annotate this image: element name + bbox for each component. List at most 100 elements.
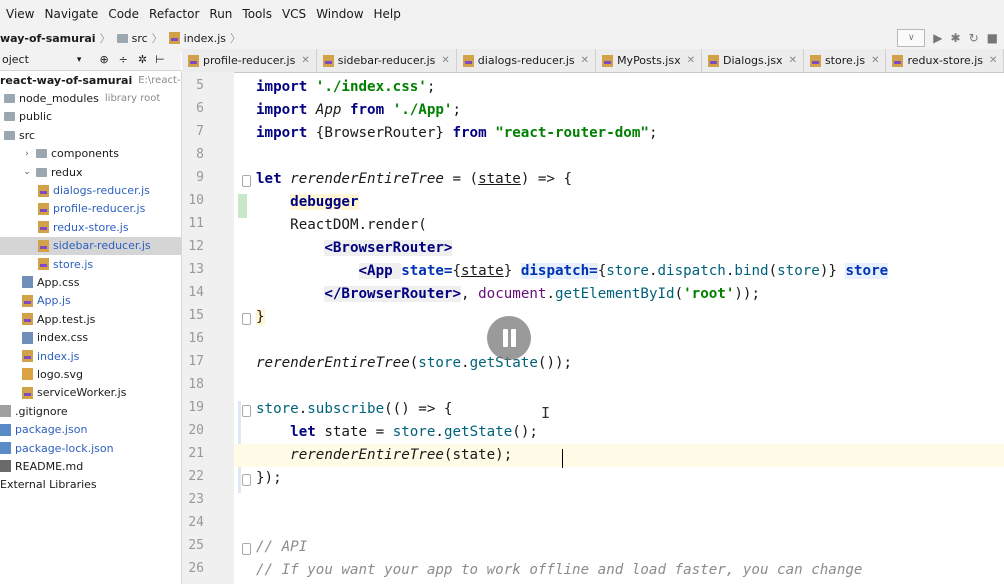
editor-tab[interactable]: profile-reducer.js ✕ xyxy=(182,49,317,72)
code-token: <App xyxy=(358,263,402,279)
tree-item[interactable]: sidebar-reducer.js xyxy=(0,236,181,255)
code-token: getState xyxy=(443,424,513,440)
rerun-icon[interactable]: ↻ xyxy=(969,31,979,45)
tree-item-label: package.json xyxy=(15,423,88,437)
js-file-icon xyxy=(462,54,474,67)
menu-item-tools[interactable]: Tools xyxy=(242,7,272,21)
breadcrumb-project[interactable]: way-of-samurai 〉 xyxy=(0,30,111,46)
tree-item[interactable]: App.js xyxy=(0,292,181,310)
chevron-right-icon[interactable]: › xyxy=(22,149,32,159)
menu-item-refactor[interactable]: Refactor xyxy=(149,7,199,21)
tree-item[interactable]: dialogs-reducer.js xyxy=(0,181,181,199)
mouse-cursor-icon: I xyxy=(541,404,551,422)
editor-tab[interactable]: MyPosts.jsx ✕ xyxy=(596,49,702,72)
line-number: 19 xyxy=(188,400,204,415)
menu-item-help[interactable]: Help xyxy=(374,7,401,21)
pause-button[interactable] xyxy=(487,316,531,360)
tree-item[interactable]: ⌄ redux xyxy=(0,163,181,181)
menu-item-navigate[interactable]: Navigate xyxy=(44,7,98,21)
settings-icon[interactable]: ✲ xyxy=(138,53,147,66)
js-file-icon xyxy=(38,258,49,271)
line-number: 22 xyxy=(188,469,204,484)
folder-icon xyxy=(36,149,47,159)
chevron-down-icon[interactable]: ⌄ xyxy=(22,167,32,177)
hide-panel-icon[interactable]: ⊢ xyxy=(155,53,165,66)
code-line: let rerenderEntireTree = (state) => { xyxy=(256,168,572,191)
tree-item[interactable]: node_modules library root xyxy=(0,89,181,107)
breadcrumb-src[interactable]: src 〉 xyxy=(116,30,163,46)
stop-icon[interactable]: ■ xyxy=(987,31,998,45)
js-file-icon xyxy=(38,202,49,215)
menu-item-vcs[interactable]: VCS xyxy=(282,7,306,21)
tree-item[interactable]: › components xyxy=(0,145,181,163)
editor-tab[interactable]: dialogs-reducer.js ✕ xyxy=(457,49,597,72)
tree-item[interactable]: package-lock.json xyxy=(0,439,181,457)
tree-item[interactable]: react-way-of-samurai E:\react-way- xyxy=(0,71,181,89)
close-icon[interactable]: ✕ xyxy=(871,55,879,66)
code-token: import xyxy=(256,102,316,118)
tree-item-label: .gitignore xyxy=(15,404,68,418)
editor-tab[interactable]: redux-store.js ✕ xyxy=(886,49,1004,72)
tree-item[interactable]: .gitignore xyxy=(0,402,181,420)
breadcrumb-file[interactable]: index.js 〉 xyxy=(168,30,241,46)
debug-icon[interactable]: ✱ xyxy=(951,31,961,45)
tree-item-label: react-way-of-samurai xyxy=(0,73,133,87)
line-number: 14 xyxy=(188,285,204,300)
code-line: } xyxy=(256,306,265,329)
tree-item[interactable]: logo.svg xyxy=(0,365,181,383)
menu-item-run[interactable]: Run xyxy=(209,7,232,21)
close-icon[interactable]: ✕ xyxy=(441,55,449,66)
run-config-dropdown[interactable]: ∨ xyxy=(897,29,926,47)
code-line: </BrowserRouter>, document.getElementByI… xyxy=(256,283,760,306)
code-editor[interactable]: import './index.css'; import App from './… xyxy=(234,72,1004,584)
line-number: 7 xyxy=(196,124,204,139)
tree-item[interactable]: index.js xyxy=(0,347,181,365)
tree-item[interactable]: profile-reducer.js xyxy=(0,200,181,218)
close-icon[interactable]: ✕ xyxy=(301,55,309,66)
json-file-icon xyxy=(0,423,11,436)
line-number: 17 xyxy=(188,354,204,369)
navigation-bar: way-of-samurai 〉 src 〉 index.js 〉 ∨ ▶ ✱ … xyxy=(0,27,1004,50)
close-icon[interactable]: ✕ xyxy=(989,55,997,66)
code-token: document xyxy=(478,286,547,302)
line-number: 23 xyxy=(188,492,204,507)
tree-item[interactable]: External Libraries xyxy=(0,476,181,494)
menu-item-view[interactable]: View xyxy=(6,7,34,21)
tree-item[interactable]: package.json xyxy=(0,420,181,438)
code-token: store xyxy=(256,401,299,417)
close-icon[interactable]: ✕ xyxy=(581,55,589,66)
code-token: getElementById xyxy=(555,286,675,302)
js-file-icon xyxy=(322,54,334,67)
tree-item[interactable]: store.js xyxy=(0,255,181,273)
tree-item[interactable]: serviceWorker.js xyxy=(0,384,181,402)
close-icon[interactable]: ✕ xyxy=(687,55,695,66)
code-token: state= xyxy=(401,263,453,279)
code-line: debugger xyxy=(256,191,359,214)
project-view-label[interactable]: oject xyxy=(2,53,29,66)
tree-item[interactable]: index.css xyxy=(0,328,181,346)
close-icon[interactable]: ✕ xyxy=(789,55,797,66)
tree-item[interactable]: README.md xyxy=(0,457,181,475)
chevron-down-icon[interactable]: ▾ xyxy=(77,55,82,65)
tree-item[interactable]: redux-store.js xyxy=(0,218,181,236)
run-icon[interactable]: ▶ xyxy=(933,31,942,45)
tree-item[interactable]: public xyxy=(0,108,181,126)
tree-item[interactable]: App.test.js xyxy=(0,310,181,328)
code-line: store.subscribe(() => { xyxy=(256,398,452,421)
tree-item[interactable]: App.css xyxy=(0,273,181,291)
code-token: rerenderEntireTree xyxy=(256,355,410,371)
locate-icon[interactable]: ⊕ xyxy=(99,53,108,66)
editor-tab[interactable]: sidebar-reducer.js ✕ xyxy=(317,49,457,72)
tree-item[interactable]: src xyxy=(0,126,181,144)
collapse-icon[interactable]: ÷ xyxy=(119,53,128,66)
code-token: from xyxy=(349,102,393,118)
line-number: 20 xyxy=(188,423,204,438)
menu-item-code[interactable]: Code xyxy=(108,7,139,21)
code-token: subscribe xyxy=(307,401,385,417)
js-file-icon xyxy=(22,313,33,326)
editor-tab[interactable]: Dialogs.jsx ✕ xyxy=(702,49,804,72)
menu-item-window[interactable]: Window xyxy=(316,7,363,21)
editor-tab[interactable]: store.js ✕ xyxy=(804,49,887,72)
